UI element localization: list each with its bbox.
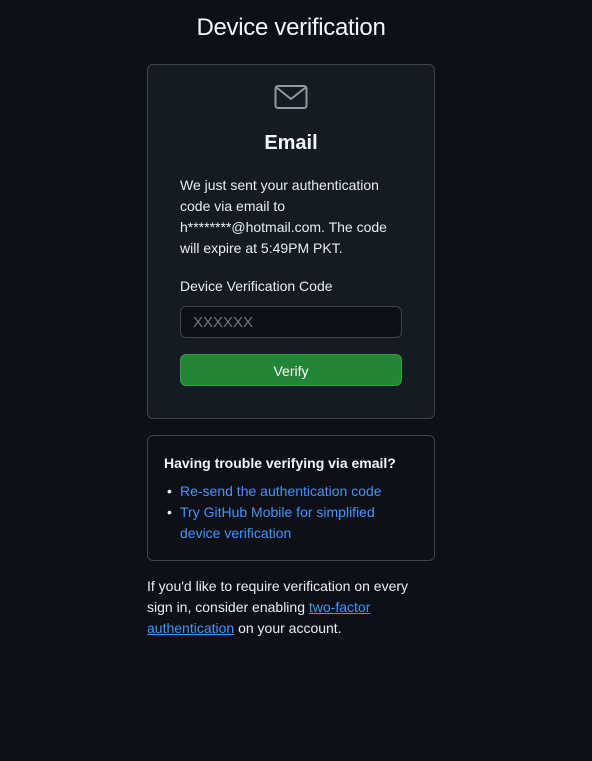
bullet: •: [167, 504, 172, 520]
verification-code-label: Device Verification Code: [180, 278, 333, 294]
list-item: • Re-send the authentication code: [164, 481, 394, 502]
list-item: • Try GitHub Mobile for simplified devic…: [164, 502, 394, 544]
bullet: •: [167, 483, 172, 499]
verification-card: Email We just sent your authentication c…: [147, 64, 435, 419]
help-heading: Having trouble verifying via email?: [164, 455, 396, 471]
device-verification-page: Device verification Email We just sent y…: [0, 0, 592, 761]
github-mobile-link[interactable]: Try GitHub Mobile for simplified device …: [180, 504, 375, 541]
mail-icon: [274, 85, 308, 109]
help-card: Having trouble verifying via email? • Re…: [147, 435, 435, 561]
page-title: Device verification: [196, 14, 386, 41]
verification-code-input[interactable]: [180, 306, 402, 338]
two-factor-note: If you'd like to require verification on…: [147, 576, 417, 639]
resend-code-link[interactable]: Re-send the authentication code: [180, 483, 382, 499]
verify-button[interactable]: Verify: [180, 354, 402, 386]
verification-message: We just sent your authentication code vi…: [180, 177, 387, 256]
card-heading: Email: [264, 132, 318, 154]
help-links-list: • Re-send the authentication code • Try …: [164, 481, 394, 544]
two-factor-note-text-end: on your account.: [234, 620, 342, 636]
